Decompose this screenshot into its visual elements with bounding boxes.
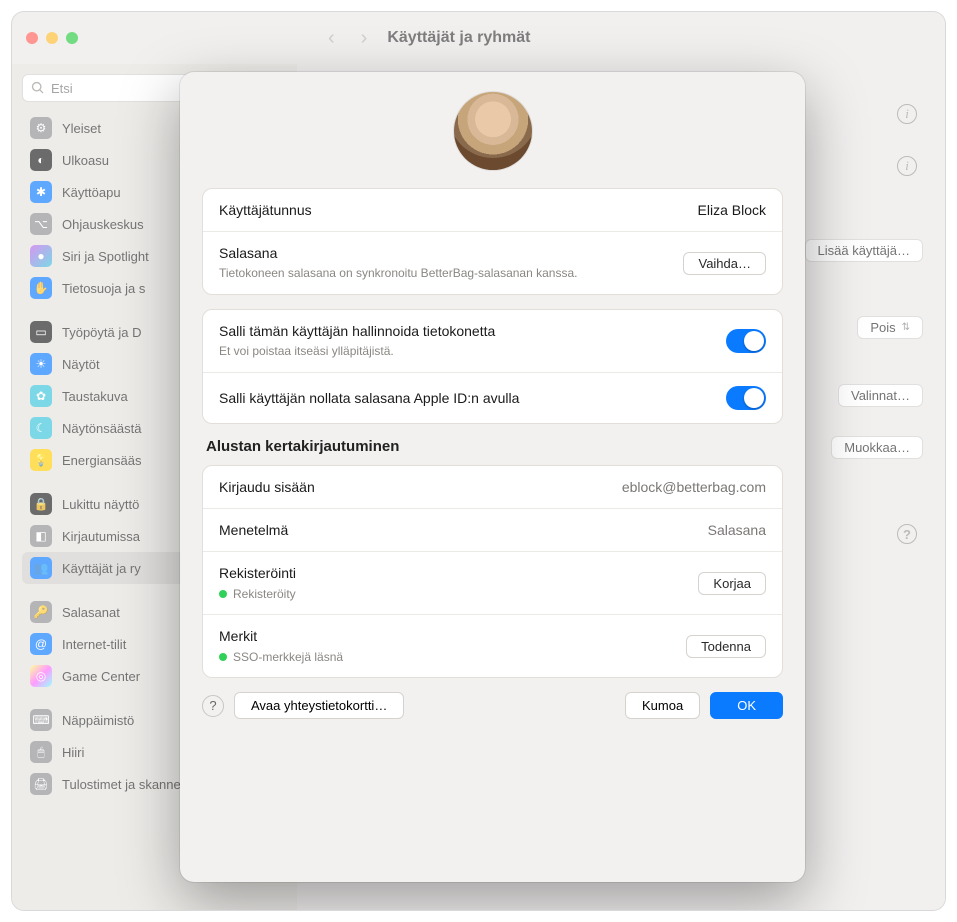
sso-heading: Alustan kertakirjautuminen [206,438,783,455]
change-password-button[interactable]: Vaihda… [683,252,766,275]
info-icon[interactable]: i [897,104,917,124]
sso-tokens-label: Merkit [219,628,674,644]
sso-signin-label: Kirjaudu sisään [219,479,610,495]
edit-button[interactable]: Muokkaa… [831,436,923,459]
maximize-window-button[interactable] [66,32,78,44]
allow-admin-sub: Et voi poistaa itseäsi ylläpitäjistä. [219,343,714,359]
sso-authenticate-button[interactable]: Todenna [686,635,766,658]
ok-button[interactable]: OK [710,692,783,719]
sso-registration-label: Rekisteröinti [219,565,686,581]
allow-appleid-label: Salli käyttäjän nollata salasana Apple I… [219,390,714,406]
sso-repair-button[interactable]: Korjaa [698,572,766,595]
sso-signin-row: Kirjaudu sisään eblock@betterbag.com [203,466,782,509]
sso-tokens-status: SSO-merkkejä läsnä [219,650,674,664]
sso-registration-row: Rekisteröinti Rekisteröity Korjaa [203,552,782,615]
status-dot-icon [219,590,227,598]
dialog-footer: ? Avaa yhteystietokortti… Kumoa OK [202,692,783,719]
password-sub: Tietokoneen salasana on synkronoitu Bett… [219,265,671,281]
off-dropdown[interactable]: Pois⇅ [857,316,923,339]
sso-method-row: Menetelmä Salasana [203,509,782,552]
open-contact-card-button[interactable]: Avaa yhteystietokortti… [234,692,404,719]
status-dot-icon [219,653,227,661]
sso-card: Kirjaudu sisään eblock@betterbag.com Men… [202,465,783,678]
password-row: Salasana Tietokoneen salasana on synkron… [203,232,782,294]
allow-admin-row: Salli tämän käyttäjän hallinnoida tietok… [203,310,782,373]
user-details-dialog: Käyttäjätunnus Eliza Block Salasana Tiet… [180,72,805,882]
window-controls [26,32,78,44]
system-settings-window: ‹ › Käyttäjät ja ryhmät ⚙Yleiset ◐Ulkoas… [12,12,945,910]
allow-admin-label: Salli tämän käyttäjän hallinnoida tietok… [219,323,714,339]
info-icon[interactable]: i [897,156,917,176]
allow-appleid-toggle[interactable] [726,386,766,410]
help-icon[interactable]: ? [897,524,917,544]
username-label: Käyttäjätunnus [219,202,686,218]
sso-method-label: Menetelmä [219,522,696,538]
nav-back-button[interactable]: ‹ [322,27,341,50]
titlebar: ‹ › Käyttäjät ja ryhmät [12,12,945,64]
sso-tokens-row: Merkit SSO-merkkejä läsnä Todenna [203,615,782,677]
username-value: Eliza Block [698,202,766,218]
permissions-card: Salli tämän käyttäjän hallinnoida tietok… [202,309,783,424]
sso-registration-status: Rekisteröity [219,587,686,601]
minimize-window-button[interactable] [46,32,58,44]
nav-forward-button[interactable]: › [355,27,374,50]
page-title: Käyttäjät ja ryhmät [387,29,530,47]
allow-admin-toggle[interactable] [726,329,766,353]
cancel-button[interactable]: Kumoa [625,692,700,719]
chevron-updown-icon: ⇅ [902,322,910,333]
identity-card: Käyttäjätunnus Eliza Block Salasana Tiet… [202,188,783,295]
sso-signin-value: eblock@betterbag.com [622,479,766,495]
sso-method-value: Salasana [708,522,766,538]
password-label: Salasana [219,245,671,261]
close-window-button[interactable] [26,32,38,44]
options-button[interactable]: Valinnat… [838,384,923,407]
user-avatar[interactable] [454,92,532,170]
allow-appleid-reset-row: Salli käyttäjän nollata salasana Apple I… [203,373,782,423]
search-icon [31,81,45,95]
add-user-button[interactable]: Lisää käyttäjä… [805,239,924,262]
username-row: Käyttäjätunnus Eliza Block [203,189,782,232]
dialog-help-button[interactable]: ? [202,695,224,717]
